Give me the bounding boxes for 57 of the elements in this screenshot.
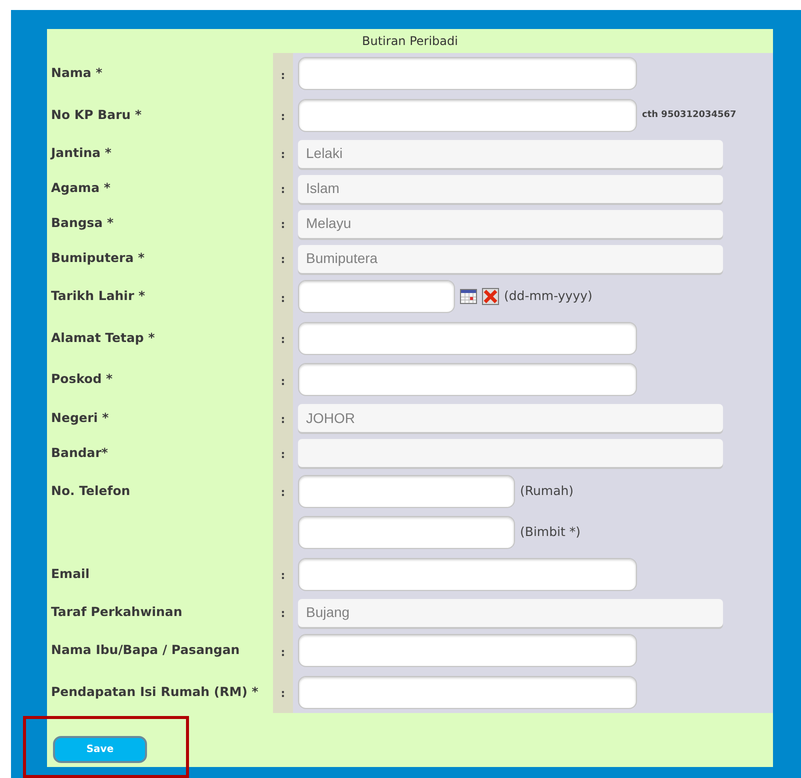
field-label: Bangsa * <box>51 214 114 232</box>
colon-cell: : <box>273 630 293 672</box>
colon-cell: : <box>273 554 293 595</box>
input-field[interactable] <box>298 516 515 550</box>
save-button[interactable]: Save <box>53 736 147 763</box>
select-field[interactable]: Lelaki <box>298 140 723 168</box>
colon-cell: : <box>273 672 293 713</box>
calendar-icon[interactable] <box>460 289 477 304</box>
field-label: Email <box>51 564 90 583</box>
field-label: No. Telefon <box>51 482 130 500</box>
input-field[interactable] <box>298 634 637 668</box>
form-title: Butiran Peribadi <box>361 33 459 50</box>
select-field[interactable] <box>298 439 723 467</box>
colon-cell: : <box>273 595 293 630</box>
colon-cell: : <box>273 94 293 136</box>
colon-cell: : <box>273 136 293 171</box>
colon-cell: : <box>273 470 293 512</box>
input-field[interactable] <box>298 280 455 314</box>
field-label: Nama Ibu/Bapa / Pasangan <box>51 641 240 660</box>
select-field[interactable]: JOHOR <box>298 404 723 432</box>
input-field[interactable] <box>298 676 637 709</box>
colon-cell: : <box>273 171 293 206</box>
input-field[interactable] <box>298 558 637 591</box>
colon-cell: : <box>273 53 293 94</box>
colon-cell: : <box>273 206 293 241</box>
field-label: No KP Baru * <box>51 106 142 124</box>
field-label: Bandar* <box>51 444 108 462</box>
colon-cell: : <box>273 241 293 276</box>
field-label: Tarikh Lahir * <box>51 287 146 306</box>
field-label: Poskod * <box>51 370 113 388</box>
colon-cell: : <box>273 436 293 470</box>
input-field[interactable] <box>298 57 637 90</box>
field-label: Taraf Perkahwinan <box>51 603 182 622</box>
hint-text: cth 950312034567 <box>642 108 736 122</box>
colon-cell: : <box>273 276 293 318</box>
input-field[interactable] <box>298 474 515 508</box>
colon-cell: : <box>273 318 293 359</box>
field-label: Jantina * <box>51 144 112 162</box>
hint-text: (Bimbit *) <box>520 523 581 542</box>
field-label: Bumiputera * <box>51 249 145 268</box>
colon-cell: : <box>273 400 293 436</box>
field-label: Pendapatan Isi Rumah (RM) * <box>51 682 258 701</box>
colon-cell: : <box>273 359 293 400</box>
field-label: Agama * <box>51 179 110 198</box>
input-field[interactable] <box>298 98 637 132</box>
close-icon[interactable] <box>482 288 499 306</box>
input-field[interactable] <box>298 363 637 396</box>
field-label: Nama * <box>51 64 102 82</box>
select-field[interactable]: Islam <box>298 174 723 202</box>
input-field[interactable] <box>298 322 637 355</box>
select-field[interactable]: Bujang <box>298 598 723 626</box>
field-label: Negeri * <box>51 408 109 427</box>
select-field[interactable]: Bumiputera <box>298 244 723 272</box>
hint-text: (Rumah) <box>520 482 574 500</box>
select-field[interactable]: Melayu <box>298 210 723 238</box>
hint-text: (dd-mm-yyyy) <box>504 287 592 306</box>
field-label: Alamat Tetap * <box>51 328 155 347</box>
